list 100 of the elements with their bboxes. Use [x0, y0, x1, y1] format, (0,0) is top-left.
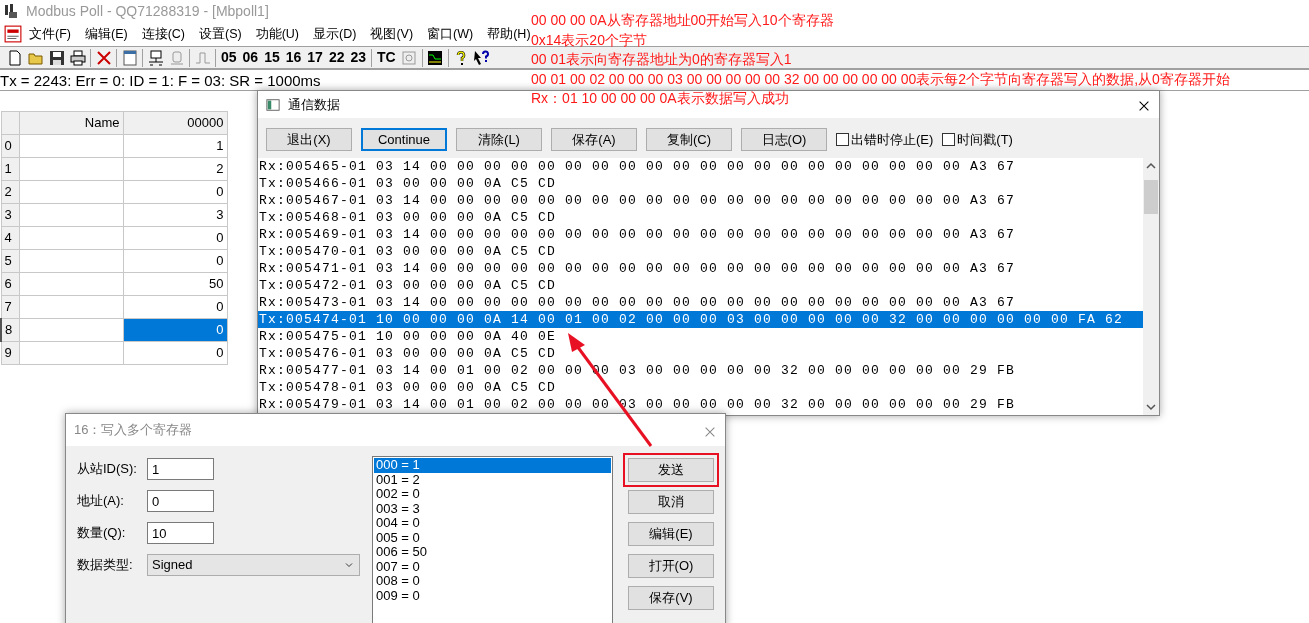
- list-item[interactable]: 009 = 0: [374, 588, 611, 603]
- row-header: 9: [1, 341, 19, 365]
- row-header: 6: [1, 272, 19, 296]
- dialog-button[interactable]: 发送: [628, 458, 714, 482]
- list-item[interactable]: 007 = 0: [374, 559, 611, 574]
- save-icon[interactable]: [48, 49, 65, 66]
- checkbox-label: 出错时停止(E): [851, 130, 934, 149]
- window-title: Modbus Poll - QQ71288319 - [Mbpoll1]: [26, 1, 269, 21]
- row-header: 4: [1, 226, 19, 250]
- log-line[interactable]: Rx:005467-01 03 14 00 00 00 00 00 00 00 00 00 00 00 00 00 00 00 00 00 00 00 00 A3 67: [258, 192, 1143, 209]
- context-help-icon[interactable]: [474, 49, 491, 66]
- annotation-text: 00 01 00 02 00 00 00 03 00 00 00 00 00 32 00 00 00 00 00 00表示每2个字节向寄存器写入的数据,从0寄存器开始: [531, 69, 1230, 89]
- document-icon: [4, 25, 22, 43]
- table-cell[interactable]: 0: [123, 341, 227, 365]
- function-code-button[interactable]: 22: [325, 47, 348, 68]
- log-line[interactable]: Tx:005472-01 03 00 00 00 0A C5 CD: [258, 277, 1143, 294]
- table-cell[interactable]: 0: [123, 295, 227, 319]
- row-header: 5: [1, 249, 19, 273]
- toolbar-button[interactable]: 复制(C): [646, 128, 732, 151]
- list-item[interactable]: 006 = 50: [374, 545, 611, 560]
- table-cell[interactable]: 2: [123, 157, 227, 181]
- menu-item[interactable]: 视图(V): [363, 24, 421, 44]
- list-item[interactable]: 002 = 0: [374, 487, 611, 502]
- function-code-button[interactable]: 23: [347, 47, 370, 68]
- dialog-button[interactable]: 打开(O): [628, 554, 714, 578]
- function-code-button[interactable]: 17: [304, 47, 326, 68]
- toolbar-button[interactable]: Continue: [361, 128, 447, 151]
- window-title: 通信数据: [288, 95, 340, 114]
- log-line[interactable]: Rx:005469-01 03 14 00 00 00 00 00 00 00 00 00 00 00 00 00 00 00 00 00 00 00 00 A3 67: [258, 226, 1143, 243]
- dialog-button[interactable]: 保存(V): [628, 586, 714, 610]
- table-cell[interactable]: 0: [123, 226, 227, 250]
- column-header: 00000: [123, 111, 227, 135]
- scrollbar-thumb[interactable]: [1144, 180, 1158, 214]
- list-item[interactable]: 001 = 2: [374, 472, 611, 487]
- row-header: 0: [1, 134, 19, 158]
- app-icon: [4, 3, 20, 19]
- row-header: 7: [1, 295, 19, 319]
- log-line[interactable]: Tx:005470-01 03 00 00 00 0A C5 CD: [258, 243, 1143, 260]
- log-line[interactable]: Tx:005478-01 03 00 00 00 0A C5 CD: [258, 379, 1143, 396]
- table-cell[interactable]: 3: [123, 203, 227, 227]
- log-line[interactable]: Rx:005465-01 03 14 00 00 00 00 00 00 00 00 00 00 00 00 00 00 00 00 00 00 00 00 A3 67: [258, 158, 1143, 175]
- dialog-title: 16：写入多个寄存器: [74, 421, 193, 440]
- checkbox[interactable]: [942, 133, 956, 146]
- log-line[interactable]: Rx:005475-01 10 00 00 00 0A 40 0E: [258, 328, 1143, 345]
- window-icon: [266, 97, 280, 112]
- annotation-text: 00 01表示向寄存器地址为0的寄存器写入1: [531, 50, 792, 69]
- network-icon[interactable]: [147, 49, 164, 66]
- list-item[interactable]: 000 = 1: [374, 458, 611, 473]
- list-item[interactable]: 004 = 0: [374, 516, 611, 531]
- row-header: 1: [1, 157, 19, 181]
- window-icon[interactable]: [121, 49, 138, 66]
- input-field[interactable]: 10: [147, 522, 214, 544]
- menu-item[interactable]: 功能(U): [248, 24, 307, 44]
- function-code-button[interactable]: 05: [218, 47, 240, 68]
- column-header: Name: [19, 111, 123, 135]
- menu-item[interactable]: 显示(D): [306, 24, 364, 44]
- function-code-button[interactable]: TC: [374, 47, 399, 68]
- list-item[interactable]: 008 = 0: [374, 574, 611, 589]
- field-label: 从站ID(S):: [77, 460, 138, 479]
- checkbox[interactable]: [836, 133, 849, 146]
- function-code-button[interactable]: 15: [261, 47, 283, 68]
- menu-item[interactable]: 设置(S): [192, 24, 249, 44]
- log-line[interactable]: Rx:005471-01 03 14 00 00 00 00 00 00 00 00 00 00 00 00 00 00 00 00 00 00 00 00 A3 67: [258, 260, 1143, 277]
- menu-item[interactable]: 编辑(E): [77, 24, 135, 44]
- field-label: 数据类型:: [77, 556, 134, 575]
- log-line[interactable]: Rx:005473-01 03 14 00 00 00 00 00 00 00 00 00 00 00 00 00 00 00 00 00 00 00 00 A3 67: [258, 294, 1143, 311]
- annotation-text: 0x14表示20个字节: [531, 31, 647, 50]
- log-line[interactable]: Tx:005468-01 03 00 00 00 0A C5 CD: [258, 209, 1143, 226]
- log-line[interactable]: Tx:005466-01 03 00 00 00 0A C5 CD: [258, 175, 1143, 192]
- list-item[interactable]: 003 = 3: [374, 501, 611, 516]
- printer-icon[interactable]: [69, 49, 86, 66]
- chart-icon[interactable]: [427, 49, 444, 66]
- checkbox-label: 时间戳(T): [957, 130, 1013, 149]
- input-field[interactable]: 1: [147, 458, 214, 480]
- table-cell[interactable]: 50: [123, 272, 227, 296]
- menu-item[interactable]: 文件(F): [22, 24, 78, 44]
- input-field[interactable]: 0: [147, 490, 214, 512]
- field-label: 地址(A):: [77, 492, 125, 511]
- toolbar-button[interactable]: 清除(L): [456, 128, 542, 151]
- new-file-icon[interactable]: [6, 49, 23, 66]
- toolbar-button[interactable]: 保存(A): [551, 128, 637, 151]
- log-line[interactable]: Tx:005476-01 03 00 00 00 0A C5 CD: [258, 345, 1143, 362]
- field-label: 数量(Q):: [77, 524, 127, 543]
- table-cell[interactable]: 1: [123, 134, 227, 158]
- table-cell[interactable]: 0: [123, 249, 227, 273]
- dialog-button[interactable]: 编辑(E): [628, 522, 714, 546]
- menu-item[interactable]: 窗口(W): [420, 24, 481, 44]
- dropdown[interactable]: Signed: [147, 554, 360, 576]
- function-code-button[interactable]: 16: [282, 47, 305, 68]
- dialog-button[interactable]: 取消: [628, 490, 714, 514]
- row-header: 3: [1, 203, 19, 227]
- list-item[interactable]: 005 = 0: [374, 530, 611, 545]
- table-cell[interactable]: 0: [123, 180, 227, 204]
- row-header: 8: [1, 318, 19, 342]
- menu-item[interactable]: 连接(C): [134, 24, 192, 44]
- toolbar-button[interactable]: 退出(X): [266, 128, 352, 151]
- toolbar-button[interactable]: 日志(O): [741, 128, 827, 151]
- annotation-text: 00 00 00 0A从寄存器地址00开始写入10个寄存器: [531, 11, 834, 29]
- function-code-button[interactable]: 06: [239, 47, 262, 68]
- row-header: 2: [1, 180, 19, 204]
